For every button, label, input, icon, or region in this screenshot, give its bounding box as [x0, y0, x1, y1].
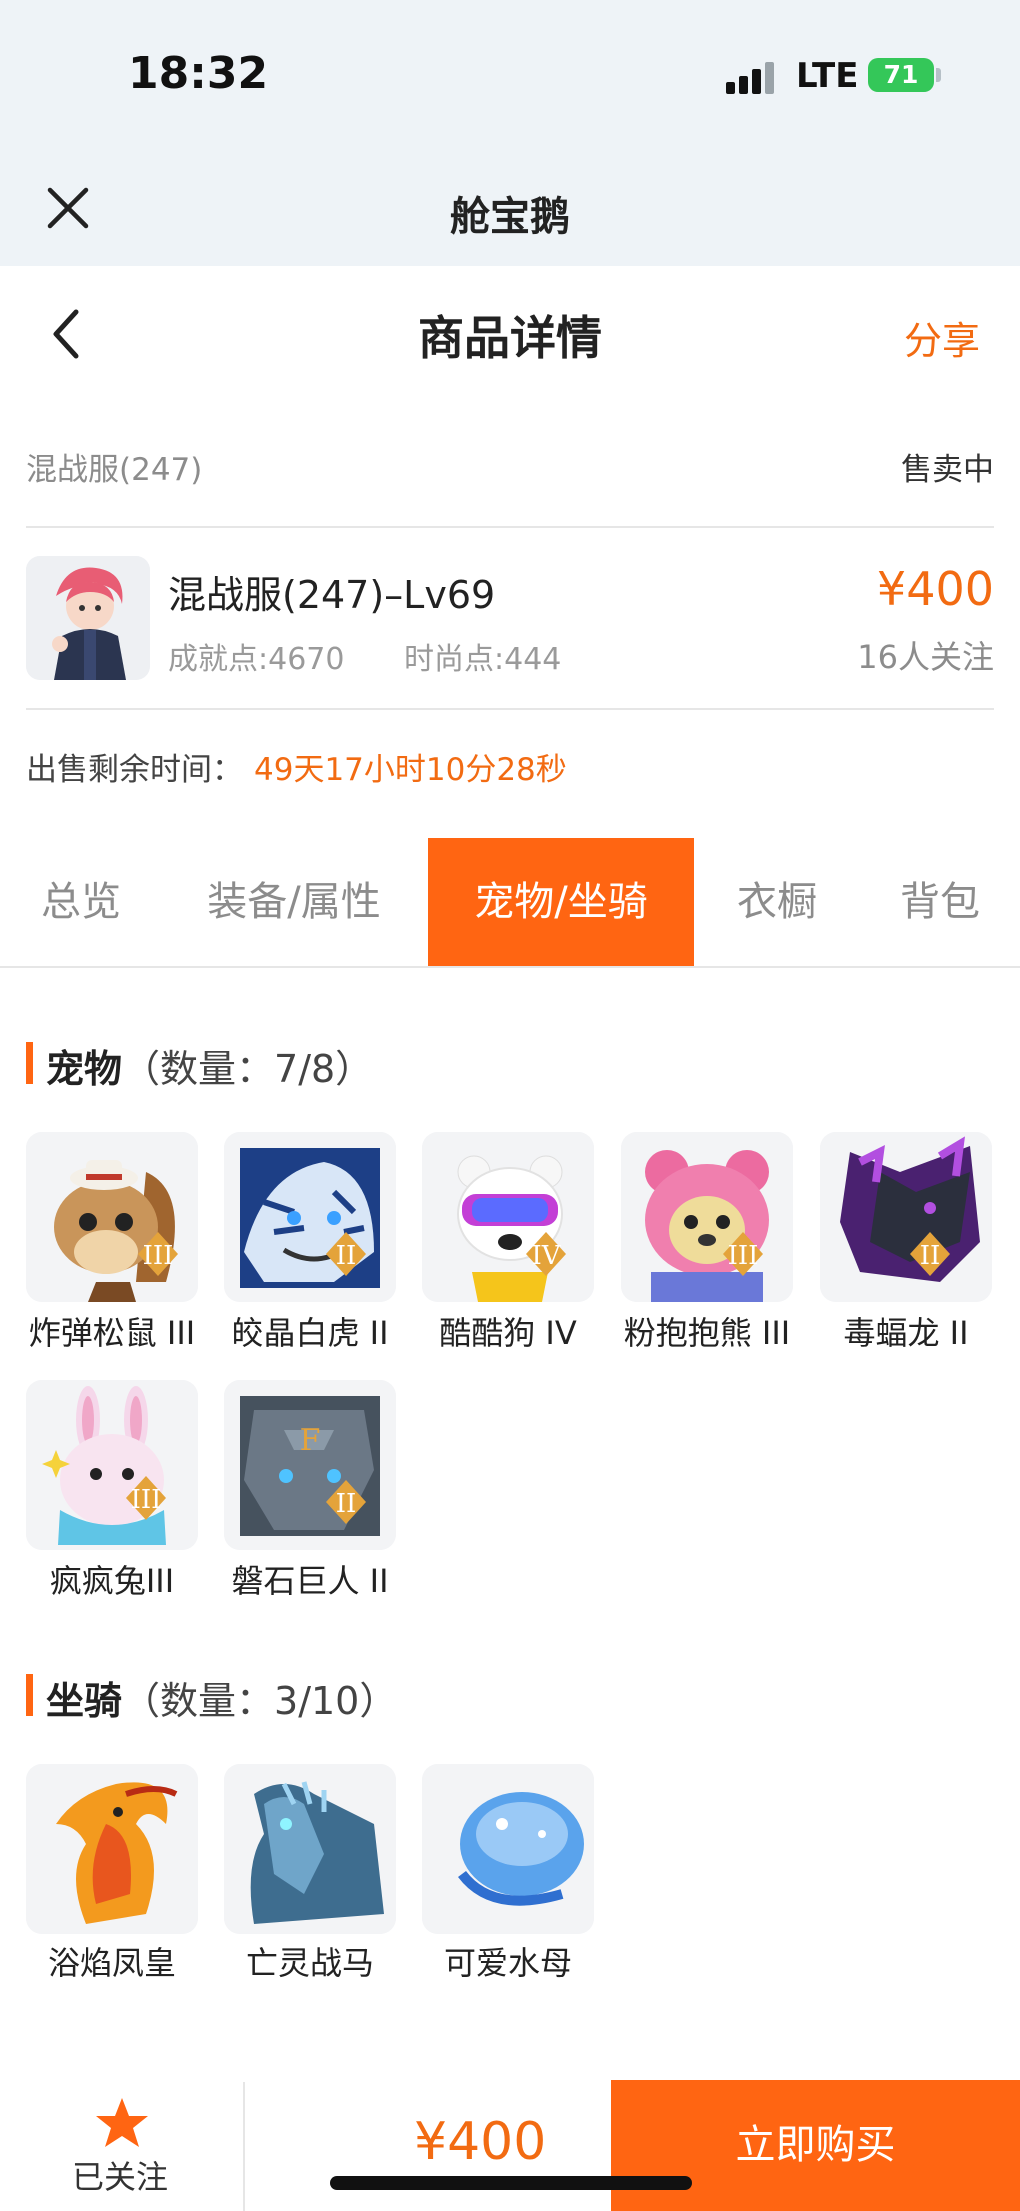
buy-now-button[interactable]: 立即购买	[611, 2080, 1020, 2211]
mounts-title: 坐骑	[46, 1679, 123, 1723]
signal-icon	[726, 60, 778, 94]
fashion-points: 时尚点:444	[404, 642, 562, 677]
pet-name: 酷酷狗 IV	[439, 1314, 577, 1352]
svg-text:F: F	[300, 1423, 321, 1458]
pet-name: 疯疯兔III	[49, 1562, 175, 1600]
bottom-price: ¥400	[414, 2112, 547, 2172]
achievement-points: 成就点:4670	[168, 642, 345, 677]
mount-name: 浴焰凤皇	[47, 1944, 176, 1982]
remaining-time-label: 出售剩余时间：	[26, 752, 243, 788]
page-title: 商品详情	[418, 311, 602, 365]
svg-text:II: II	[920, 1241, 941, 1271]
tab-backpack[interactable]: 背包	[870, 838, 1010, 966]
svg-text:III: III	[143, 1241, 174, 1271]
network-label: LTE	[796, 56, 859, 96]
share-button[interactable]: 分享	[904, 310, 980, 365]
battery-icon: 71	[868, 58, 934, 92]
pets-count: （数量：7/8）	[122, 1047, 374, 1091]
svg-text:III: III	[131, 1485, 162, 1515]
status-time: 18:32	[128, 48, 269, 99]
mounts-count: （数量：3/10）	[122, 1679, 398, 1723]
home-indicator	[330, 2176, 692, 2190]
section-marker	[26, 1042, 33, 1084]
star-icon[interactable]	[94, 2096, 150, 2150]
mount-name: 可爱水母	[443, 1944, 572, 1982]
pet-name: 炸弹松鼠 III	[28, 1314, 196, 1352]
battery-cap	[936, 68, 941, 82]
follower-count: 16人关注	[857, 638, 994, 676]
squirrel-icon[interactable]: III	[26, 1132, 198, 1302]
tab-pets-mounts[interactable]: 宠物/坐骑	[428, 838, 694, 966]
divider	[26, 526, 994, 528]
status-bar: 18:32 LTE 71	[0, 0, 1020, 150]
tab-wardrobe[interactable]: 衣橱	[714, 838, 840, 966]
pet-name: 粉抱抱熊 III	[623, 1314, 791, 1352]
tab-bar: 总览 装备/属性 宠物/坐骑 衣橱 背包	[0, 838, 1020, 968]
divider	[26, 708, 994, 710]
tab-equipment[interactable]: 装备/属性	[180, 838, 408, 966]
svg-text:IV: IV	[531, 1241, 561, 1271]
svg-text:II: II	[336, 1241, 357, 1271]
tab-overview[interactable]: 总览	[8, 838, 154, 966]
section-marker	[26, 1674, 33, 1716]
pets-title: 宠物	[46, 1047, 123, 1091]
mount-name: 亡灵战马	[245, 1944, 374, 1982]
rabbit-icon[interactable]: III	[26, 1380, 198, 1550]
character-thumbnail[interactable]	[26, 556, 150, 680]
pet-name: 毒蝠龙 II	[843, 1314, 969, 1352]
undead-horse-icon[interactable]	[224, 1764, 396, 1934]
sale-status: 售卖中	[901, 452, 994, 488]
product-title: 混战服(247)–Lv69	[168, 573, 496, 617]
pink-bear-icon[interactable]: III	[621, 1132, 793, 1302]
phoenix-icon[interactable]	[26, 1764, 198, 1934]
jellyfish-icon[interactable]	[422, 1764, 594, 1934]
dog-icon[interactable]: IV	[422, 1132, 594, 1302]
pet-name: 磐石巨人 II	[231, 1562, 389, 1600]
pets-section-title: 宠物（数量：7/8）	[46, 1038, 373, 1093]
divider	[243, 2082, 245, 2211]
pet-name: 皎晶白虎 II	[231, 1314, 389, 1352]
remaining-time-value: 49天17小时10分28秒	[254, 752, 567, 788]
follow-button[interactable]: 已关注	[72, 2152, 168, 2198]
server-label: 混战服(247)	[26, 452, 203, 488]
svg-text:III: III	[728, 1241, 759, 1271]
rock-giant-icon[interactable]: F II	[224, 1380, 396, 1550]
bat-dragon-icon[interactable]: II	[820, 1132, 992, 1302]
mounts-section-title: 坐骑（数量：3/10）	[46, 1670, 397, 1725]
app-title: 舱宝鹅	[450, 194, 570, 240]
white-tiger-icon[interactable]: II	[224, 1132, 396, 1302]
product-price: ¥400	[876, 562, 994, 616]
svg-text:II: II	[336, 1489, 357, 1519]
